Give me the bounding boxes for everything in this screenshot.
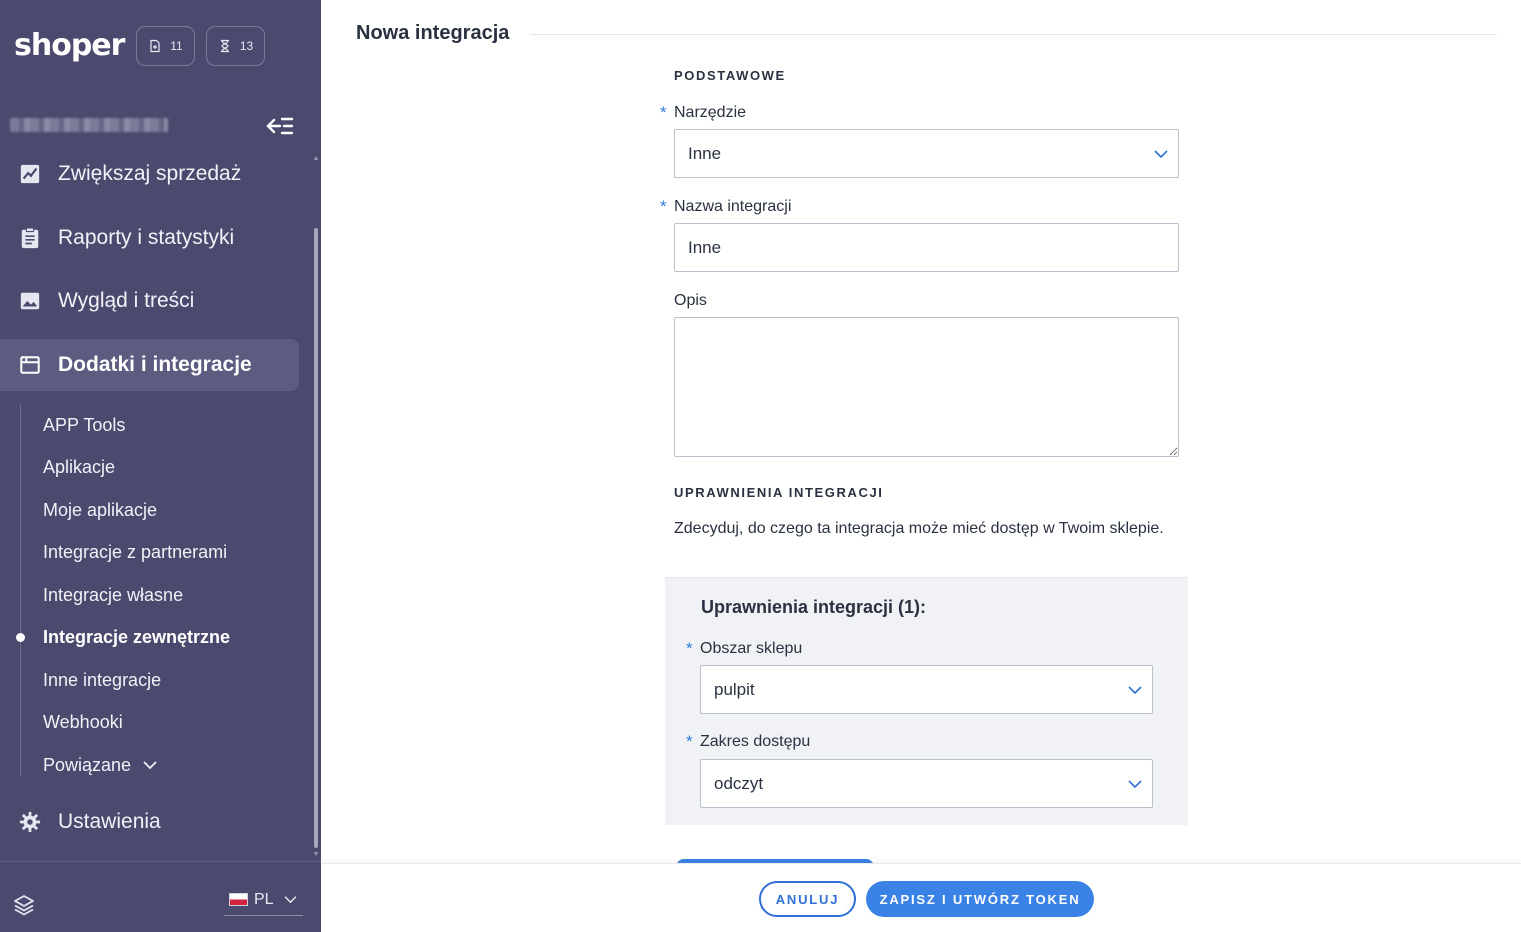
sub-item-integracje-partnerami[interactable]: Integracje z partnerami — [43, 537, 227, 567]
sub-item-powiazane[interactable]: Powiązane — [43, 750, 157, 780]
integration-name-input[interactable]: Inne — [674, 223, 1179, 272]
sub-item-integracje-zewnetrzne[interactable]: Integracje zewnętrzne — [43, 622, 230, 652]
nav-label: Ustawienia — [58, 810, 161, 833]
tool-value: Inne — [688, 143, 722, 163]
shop-area-value: pulpit — [714, 679, 755, 699]
save-and-create-token-button[interactable]: ZAPISZ I UTWÓRZ TOKEN — [866, 881, 1094, 917]
title-divider — [530, 34, 1497, 35]
shop-name-blurred — [10, 118, 168, 132]
main-content: Nowa integracja PODSTAWOWE * Narzędzie I… — [321, 0, 1521, 932]
poland-flag-icon — [229, 893, 248, 906]
current-item-dot — [16, 633, 25, 642]
tasks-badge-button[interactable]: 13 — [206, 26, 265, 66]
logo-text: shoper — [14, 28, 125, 63]
chevron-down-icon — [284, 896, 296, 904]
sub-item-aplikacje[interactable]: Aplikacje — [43, 452, 115, 482]
chevron-down-icon — [143, 761, 157, 770]
required-marker: * — [686, 732, 693, 751]
access-scope-label: Zakres dostępu — [700, 733, 811, 750]
shop-area-select[interactable]: pulpit — [700, 665, 1153, 714]
gear-icon — [18, 810, 42, 834]
description-textarea[interactable] — [674, 317, 1179, 457]
required-marker: * — [660, 103, 667, 122]
collapse-menu-icon — [266, 117, 294, 135]
logo[interactable]: shoper — [14, 26, 125, 66]
scroll-down-arrow[interactable]: ▼ — [312, 851, 320, 858]
tool-select[interactable]: Inne — [674, 129, 1179, 178]
cancel-button[interactable]: ANULUJ — [759, 881, 856, 917]
language-select[interactable]: PL — [224, 884, 303, 916]
permissions-description: Zdecyduj, do czego ta integracja może mi… — [674, 520, 1164, 537]
tasks-count: 13 — [239, 39, 254, 53]
chevron-down-icon — [1128, 685, 1142, 694]
page-title: Nowa integracja — [356, 22, 510, 44]
permissions-panel-title: Uprawnienia integracji (1): — [701, 597, 927, 617]
chevron-down-icon — [1128, 779, 1142, 788]
notes-count: 11 — [170, 39, 183, 53]
nav-label: Raporty i statystyki — [58, 226, 235, 249]
shop-area-label: Obszar sklepu — [700, 640, 803, 657]
language-code: PL — [254, 890, 274, 908]
nav-item-dodatki-integracje[interactable]: Dodatki i integracje — [0, 339, 299, 391]
permissions-section-heading: UPRAWNIENIA INTEGRACJI — [674, 485, 884, 500]
sidebar-scrollbar[interactable] — [314, 228, 318, 848]
access-scope-value: odczyt — [714, 773, 764, 793]
layers-icon[interactable] — [12, 893, 36, 917]
basic-section-heading: PODSTAWOWE — [674, 68, 786, 83]
hourglass-icon — [220, 39, 229, 53]
sub-item-moje-aplikacje[interactable]: Moje aplikacje — [43, 495, 157, 525]
notes-badge-button[interactable]: 11 — [136, 26, 195, 66]
clipboard-icon — [18, 226, 42, 250]
sub-item-inne-integracje[interactable]: Inne integracje — [43, 665, 161, 695]
sub-item-integracje-wlasne[interactable]: Integracje własne — [43, 580, 183, 610]
sub-item-app-tools[interactable]: APP Tools — [43, 410, 125, 440]
required-marker: * — [660, 197, 667, 216]
sub-item-webhooki[interactable]: Webhooki — [43, 707, 123, 737]
nav-label: Wygląd i treści — [58, 289, 195, 312]
nav-label: Zwiększaj sprzedaż — [58, 162, 242, 185]
submenu-guide-line — [20, 404, 21, 776]
window-icon — [18, 353, 42, 377]
trend-chart-icon — [18, 162, 42, 186]
note-plus-icon — [150, 39, 160, 53]
sub-item-label: Powiązane — [43, 755, 132, 775]
scroll-up-arrow[interactable]: ▲ — [312, 155, 320, 162]
image-icon — [18, 289, 42, 313]
nav-item-raporty[interactable]: Raporty i statystyki — [0, 212, 299, 264]
access-scope-select[interactable]: odczyt — [700, 759, 1153, 808]
description-label: Opis — [674, 292, 707, 309]
tool-label: Narzędzie — [674, 104, 747, 121]
nav-item-ustawienia[interactable]: Ustawienia — [0, 796, 299, 848]
integration-name-value: Inne — [688, 237, 722, 257]
required-marker: * — [686, 639, 693, 658]
collapse-sidebar-button[interactable] — [266, 114, 296, 138]
integration-name-label: Nazwa integracji — [674, 198, 792, 215]
nav-item-zwiekszaj-sprzedaz[interactable]: Zwiększaj sprzedaż — [0, 148, 299, 200]
nav-item-wyglad[interactable]: Wygląd i treści — [0, 275, 299, 327]
sidebar: shoper 11 13 ▲ ▼ Zwiększaj sprzedaż Rapo… — [0, 0, 321, 932]
nav-label: Dodatki i integracje — [58, 353, 252, 376]
chevron-down-icon — [1154, 149, 1168, 158]
